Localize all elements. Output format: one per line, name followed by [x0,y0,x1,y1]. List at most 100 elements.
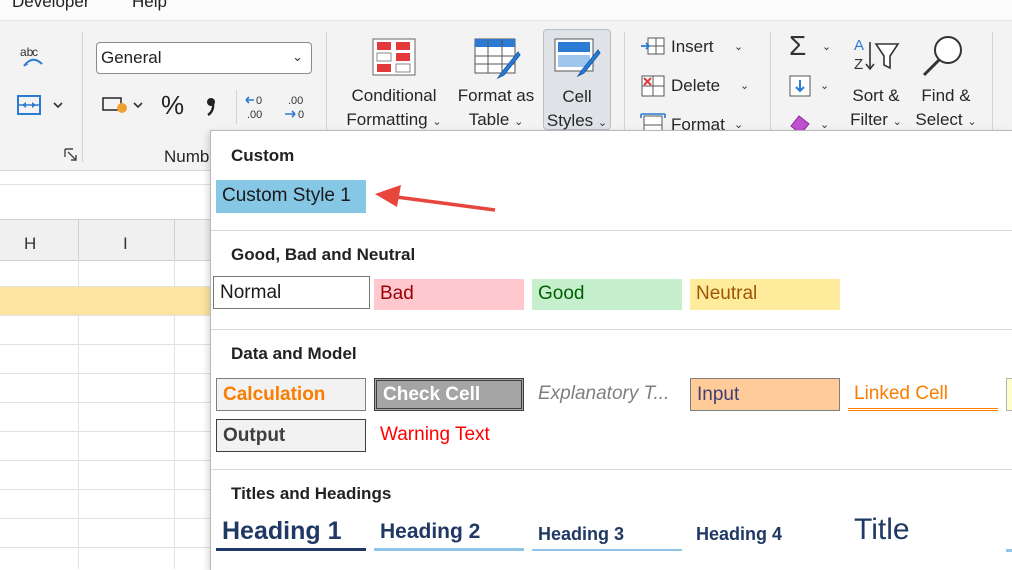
style-explanatory-text[interactable]: Explanatory T... [532,378,682,411]
insert-cells-icon [640,36,666,63]
number-format-dropdown[interactable]: General ⌄ [96,42,312,74]
format-as-table-icon [474,38,522,85]
gridline [0,184,210,185]
format-as-table-line2: Table [468,110,510,129]
insert-button[interactable]: Insert [671,37,714,57]
chevron-down-icon[interactable]: ⌄ [822,40,831,53]
format-as-table-line1: Format as [457,86,535,105]
style-heading-3[interactable]: Heading 3 [532,519,682,551]
style-normal[interactable]: Normal [213,276,370,309]
chevron-down-icon: ⌄ [292,49,303,64]
group-separator [236,90,237,124]
find-select-line1: Find & [921,86,971,105]
autosum-icon[interactable]: Σ [789,30,806,62]
gridline [0,402,210,403]
section-title-data-model: Data and Model [231,344,357,363]
gridline [0,431,210,432]
gridline [0,518,210,519]
conditional-formatting-button[interactable]: Conditional Formatting ⌄ [338,84,450,134]
style-heading-2[interactable]: Heading 2 [374,517,524,551]
cell-styles-icon [554,38,602,85]
style-warning-text[interactable]: Warning Text [374,419,524,452]
section-divider [211,469,1012,470]
group-separator [992,32,993,132]
svg-text:0: 0 [256,95,262,107]
style-input[interactable]: Input [690,378,840,411]
merge-cells-icon[interactable] [16,92,68,123]
find-select-icon [920,34,968,83]
conditional-formatting-line1: Conditional [351,86,437,105]
sort-filter-icon: AZ [852,36,900,81]
custom-style-1[interactable]: Custom Style 1 [216,180,366,213]
find-select-button[interactable]: Find & Select ⌄ [910,84,982,134]
style-output[interactable]: Output [216,419,366,452]
sort-filter-line2: Filter [850,110,888,129]
find-select-line2: Select [915,110,963,129]
highlighted-row[interactable] [0,286,210,315]
decrease-decimal-icon[interactable]: .00 0 [282,92,312,127]
dialog-launcher-icon[interactable] [64,148,78,167]
style-heading-4[interactable]: Heading 4 [690,519,840,551]
gridline [0,344,210,345]
chevron-down-icon: ⌄ [432,116,442,128]
style-check-cell[interactable]: Check Cell [374,378,524,411]
section-divider [211,230,1012,231]
delete-cells-icon [640,74,666,103]
svg-text:Z: Z [854,56,863,73]
worksheet-grid[interactable]: H I [0,171,210,569]
conditional-formatting-icon [372,38,416,81]
delete-button[interactable]: Delete [671,76,720,96]
svg-text:c: c [32,45,38,59]
gridline [0,286,210,287]
fill-icon[interactable] [788,74,812,103]
gridline [0,460,210,461]
style-total-partial[interactable] [1006,519,1012,552]
style-heading-1[interactable]: Heading 1 [216,515,366,551]
gridline [174,220,175,260]
chevron-down-icon: ⌄ [892,116,902,128]
cell-styles-button[interactable]: Cell Styles ⌄ [543,29,611,130]
comma-style-icon[interactable] [204,94,218,123]
format-as-table-button[interactable]: Format as Table ⌄ [452,84,540,134]
svg-text:A: A [854,37,864,54]
menu-help[interactable]: Help [132,0,167,12]
sort-filter-button[interactable]: Sort & Filter ⌄ [842,84,910,134]
section-title-custom: Custom [231,146,295,165]
chevron-down-icon: ⌄ [514,116,524,128]
accounting-format-icon[interactable] [100,92,148,125]
column-header-row: H I [0,219,210,261]
svg-text:.00: .00 [288,95,303,107]
menu-developer[interactable]: Developer [12,0,90,12]
conditional-formatting-line2: Formatting [346,110,428,129]
style-neutral[interactable]: Neutral [690,279,840,310]
column-header-i[interactable]: I [123,234,128,254]
chevron-down-icon[interactable]: ⌄ [820,79,829,92]
svg-text:0: 0 [298,109,304,121]
spelling-icon[interactable]: ab c [18,44,48,77]
chevron-down-icon[interactable]: ⌄ [734,40,743,53]
gridline [0,489,210,490]
chevron-down-icon: ⌄ [967,116,977,128]
style-calculation[interactable]: Calculation [216,378,366,411]
gridline [0,315,210,316]
cell-styles-line2: Styles [546,111,594,130]
section-divider [211,329,1012,330]
gridline [78,220,79,260]
style-note-partial[interactable] [1006,378,1012,411]
cell-styles-gallery: Custom Custom Style 1 Good, Bad and Neut… [210,130,1012,570]
chevron-down-icon[interactable]: ⌄ [740,79,749,92]
style-title[interactable]: Title [848,511,998,551]
gridline [0,547,210,548]
percent-style-button[interactable]: % [161,90,184,121]
menu-bar: Developer Help [0,0,1012,21]
style-good[interactable]: Good [532,279,682,310]
chevron-down-icon: ⌄ [597,117,608,129]
cell-styles-line1: Cell [562,87,592,106]
style-linked-cell[interactable]: Linked Cell [848,378,998,411]
increase-decimal-icon[interactable]: 0.00 [244,92,274,127]
group-separator [770,32,771,132]
group-separator [82,32,83,162]
column-header-h[interactable]: H [24,234,36,254]
group-separator [624,32,625,132]
style-bad[interactable]: Bad [374,279,524,310]
